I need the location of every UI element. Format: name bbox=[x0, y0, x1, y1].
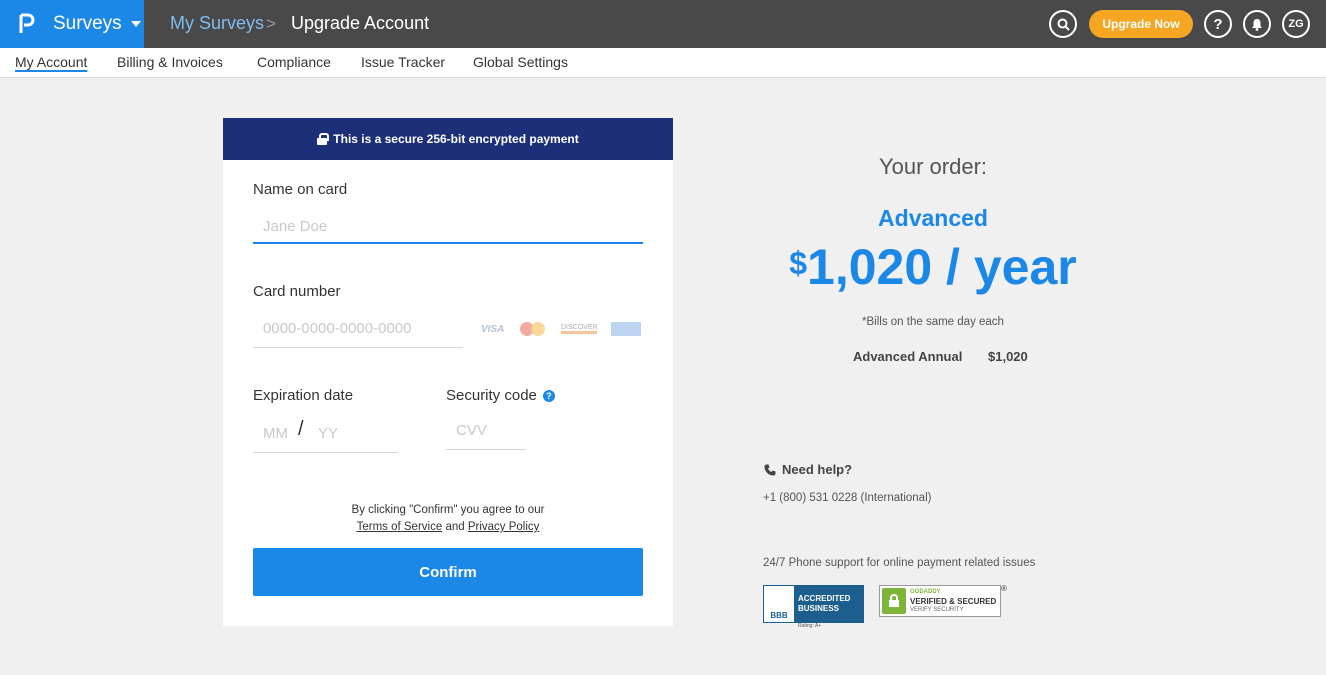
lock-icon bbox=[317, 133, 330, 145]
sub-navigation: My Account Billing & Invoices Compliance… bbox=[0, 48, 1326, 78]
terms-of-service-link[interactable]: Terms of Service bbox=[357, 521, 443, 533]
order-title: Your order: bbox=[878, 154, 988, 179]
registered-mark: ® bbox=[1001, 584, 1007, 593]
subnav-my-account[interactable]: My Account bbox=[15, 54, 87, 70]
secure-payment-banner: This is a secure 256-bit encrypted payme… bbox=[223, 118, 673, 160]
page-title: Upgrade Account bbox=[291, 13, 430, 33]
name-on-card-label: Name on card bbox=[253, 181, 348, 198]
mastercard-icon bbox=[519, 321, 547, 337]
security-code-text: Security code bbox=[446, 387, 537, 404]
bell-icon bbox=[1252, 18, 1262, 31]
security-code-label: Security code? bbox=[446, 387, 555, 404]
surveys-menu-button[interactable]: Surveys bbox=[0, 0, 144, 48]
confirm-button[interactable]: Confirm bbox=[253, 548, 643, 596]
avatar[interactable]: ZG bbox=[1282, 10, 1310, 38]
plan-name: Advanced bbox=[878, 205, 988, 231]
question-icon[interactable]: ? bbox=[542, 390, 555, 402]
expiry-underline bbox=[253, 452, 398, 453]
subnav-billing-invoices[interactable]: Billing & Invoices bbox=[117, 54, 223, 70]
godaddy-text: GODADDY VERIFIED & SECURED VERIFY SECURI… bbox=[910, 588, 996, 615]
help-button[interactable]: ? bbox=[1204, 10, 1232, 38]
support-note: 24/7 Phone support for online payment re… bbox=[763, 557, 1036, 569]
search-icon bbox=[1057, 18, 1070, 31]
name-on-card-input[interactable] bbox=[253, 210, 643, 244]
notifications-button[interactable] bbox=[1243, 10, 1271, 38]
security-code-input[interactable] bbox=[446, 412, 526, 450]
plan-price: $1,020 / year bbox=[763, 238, 1103, 296]
price-value: 1,020 / year bbox=[807, 239, 1077, 295]
agreement-text: By clicking "Confirm" you agree to our T… bbox=[223, 502, 673, 536]
godaddy-line-1: GODADDY bbox=[910, 588, 941, 595]
subnav-global-settings[interactable]: Global Settings bbox=[473, 54, 568, 70]
expiry-year-input[interactable] bbox=[308, 414, 398, 452]
agreement-prefix: By clicking "Confirm" you agree to our bbox=[351, 504, 545, 516]
subnav-issue-tracker[interactable]: Issue Tracker bbox=[361, 54, 445, 70]
brand-name: Surveys bbox=[53, 13, 122, 34]
need-help-text: Need help? bbox=[782, 462, 853, 477]
breadcrumb-separator: > bbox=[266, 14, 276, 33]
bbb-rating: Rating: A+ bbox=[798, 623, 822, 629]
agreement-and: and bbox=[445, 521, 465, 533]
godaddy-line-2: VERIFIED & SECURED bbox=[910, 596, 997, 606]
upgrade-now-button[interactable]: Upgrade Now bbox=[1089, 10, 1193, 38]
support-phone: +1 (800) 531 0228 (International) bbox=[763, 492, 932, 504]
search-button[interactable] bbox=[1049, 10, 1077, 38]
bbb-text: ACCREDITED BUSINESS bbox=[794, 586, 863, 622]
secure-banner-text: This is a secure 256-bit encrypted payme… bbox=[333, 132, 579, 146]
godaddy-line-3: VERIFY SECURITY bbox=[910, 606, 964, 613]
payment-form: This is a secure 256-bit encrypted payme… bbox=[223, 118, 673, 626]
subnav-compliance[interactable]: Compliance bbox=[257, 54, 331, 70]
bbb-line-1: ACCREDITED bbox=[798, 594, 851, 603]
privacy-policy-link[interactable]: Privacy Policy bbox=[468, 521, 540, 533]
lock-shield-icon bbox=[882, 588, 906, 614]
line-item-name: Advanced Annual bbox=[853, 349, 963, 364]
phone-icon bbox=[764, 464, 776, 475]
card-number-input[interactable] bbox=[253, 310, 463, 348]
godaddy-verified-badge[interactable]: GODADDY VERIFIED & SECURED VERIFY SECURI… bbox=[879, 585, 1001, 617]
expiry-separator: / bbox=[298, 418, 304, 440]
billing-note: *Bills on the same day each bbox=[862, 316, 1004, 328]
card-brand-logos: VISA DISCOVER bbox=[481, 321, 641, 337]
chevron-down-icon bbox=[130, 21, 141, 27]
expiration-date-label: Expiration date bbox=[253, 387, 354, 404]
card-number-label: Card number bbox=[253, 283, 341, 300]
breadcrumb-my-surveys[interactable]: My Surveys bbox=[170, 13, 264, 34]
line-item-amount: $1,020 bbox=[988, 349, 1028, 364]
need-help-heading: Need help? bbox=[764, 462, 852, 477]
amex-icon bbox=[611, 322, 641, 336]
price-currency: $ bbox=[789, 245, 808, 281]
bbb-accredited-badge[interactable]: BBB ACCREDITED BUSINESS bbox=[763, 585, 864, 623]
bbb-line-2: BUSINESS bbox=[798, 604, 839, 613]
bbb-logo-icon: BBB bbox=[764, 586, 794, 622]
discover-icon: DISCOVER bbox=[561, 324, 598, 334]
brand-logo-icon bbox=[19, 13, 35, 35]
top-bar: Surveys My Surveys > Upgrade Account Upg… bbox=[0, 0, 1326, 48]
expiry-month-input[interactable] bbox=[253, 414, 299, 452]
visa-icon: VISA bbox=[481, 323, 505, 335]
